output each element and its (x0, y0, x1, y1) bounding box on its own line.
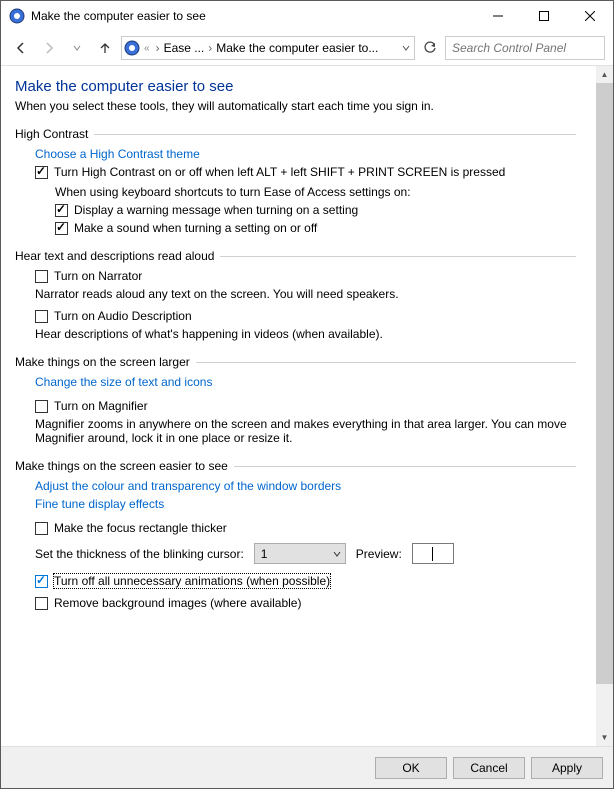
search-input[interactable] (452, 41, 609, 55)
checkbox-make-sound[interactable] (55, 222, 68, 235)
chevron-right-icon: › (156, 41, 160, 55)
magnifier-desc: Magnifier zooms in anywhere on the scree… (35, 417, 576, 445)
address-dropdown[interactable] (400, 44, 412, 52)
search-box[interactable] (445, 36, 605, 60)
scroll-down-button[interactable]: ▼ (596, 729, 613, 746)
scroll-up-button[interactable]: ▲ (596, 66, 613, 83)
refresh-button[interactable] (419, 37, 441, 59)
checkbox-label: Turn on Audio Description (54, 309, 192, 323)
checkbox-label: Remove background images (where availabl… (54, 596, 301, 610)
address-bar[interactable]: « › Ease ... › Make the computer easier … (121, 36, 415, 60)
apply-button[interactable]: Apply (531, 757, 603, 779)
checkbox-hc-shortcut[interactable] (35, 166, 48, 179)
back-button[interactable] (9, 36, 33, 60)
section-header: Hear text and descriptions read aloud (15, 249, 214, 263)
section-header: Make things on the screen easier to see (15, 459, 228, 473)
checkbox-remove-bg[interactable] (35, 597, 48, 610)
checkbox-narrator[interactable] (35, 270, 48, 283)
chevron-left-icon: « (144, 43, 150, 54)
checkbox-label: Make a sound when turning a setting on o… (74, 221, 317, 235)
checkbox-label: Turn on Narrator (54, 269, 142, 283)
cursor-thickness-select[interactable]: 1 (254, 543, 346, 564)
cancel-button[interactable]: Cancel (453, 757, 525, 779)
page-subtitle: When you select these tools, they will a… (15, 99, 576, 113)
narrator-desc: Narrator reads aloud any text on the scr… (35, 287, 576, 301)
change-size-link[interactable]: Change the size of text and icons (35, 375, 576, 389)
fine-tune-link[interactable]: Fine tune display effects (35, 497, 576, 511)
vertical-scrollbar[interactable]: ▲ ▼ (596, 66, 613, 746)
checkbox-focus-rect[interactable] (35, 522, 48, 535)
scroll-thumb[interactable] (596, 83, 613, 684)
section-header: High Contrast (15, 127, 88, 141)
titlebar: Make the computer easier to see (1, 1, 613, 31)
checkbox-audio-desc[interactable] (35, 310, 48, 323)
forward-button[interactable] (37, 36, 61, 60)
shortcut-subheader: When using keyboard shortcuts to turn Ea… (55, 185, 576, 199)
chevron-down-icon (333, 550, 341, 558)
section-header: Make things on the screen larger (15, 355, 190, 369)
breadcrumb: › Ease ... › Make the computer easier to… (154, 41, 396, 55)
checkbox-label: Turn off all unnecessary animations (whe… (54, 574, 330, 588)
control-panel-icon (9, 8, 25, 24)
checkbox-label: Display a warning message when turning o… (74, 203, 358, 217)
chevron-right-icon: › (208, 41, 212, 55)
checkbox-magnifier[interactable] (35, 400, 48, 413)
breadcrumb-seg[interactable]: Ease ... (164, 41, 205, 55)
page-heading: Make the computer easier to see (15, 78, 576, 95)
select-value: 1 (261, 547, 268, 561)
content-area: Make the computer easier to see When you… (1, 66, 596, 746)
window-title: Make the computer easier to see (31, 9, 475, 23)
dialog-footer: OK Cancel Apply (1, 746, 613, 788)
minimize-button[interactable] (475, 1, 521, 31)
choose-hc-theme-link[interactable]: Choose a High Contrast theme (35, 147, 576, 161)
checkbox-label: Turn on Magnifier (54, 399, 148, 413)
up-button[interactable] (93, 36, 117, 60)
checkbox-label: Make the focus rectangle thicker (54, 521, 227, 535)
control-panel-icon (124, 40, 140, 56)
cursor-thickness-label: Set the thickness of the blinking cursor… (35, 547, 244, 561)
checkbox-display-warning[interactable] (55, 204, 68, 217)
preview-label: Preview: (356, 547, 402, 561)
navbar: « › Ease ... › Make the computer easier … (1, 31, 613, 65)
checkbox-label: Turn High Contrast on or off when left A… (54, 165, 505, 179)
adjust-colour-link[interactable]: Adjust the colour and transparency of th… (35, 479, 576, 493)
checkbox-turn-off-animations[interactable] (35, 575, 48, 588)
recent-dropdown[interactable] (65, 36, 89, 60)
maximize-button[interactable] (521, 1, 567, 31)
close-button[interactable] (567, 1, 613, 31)
ok-button[interactable]: OK (375, 757, 447, 779)
cursor-preview (412, 543, 454, 564)
audio-desc-desc: Hear descriptions of what's happening in… (35, 327, 576, 341)
breadcrumb-seg[interactable]: Make the computer easier to... (216, 41, 378, 55)
